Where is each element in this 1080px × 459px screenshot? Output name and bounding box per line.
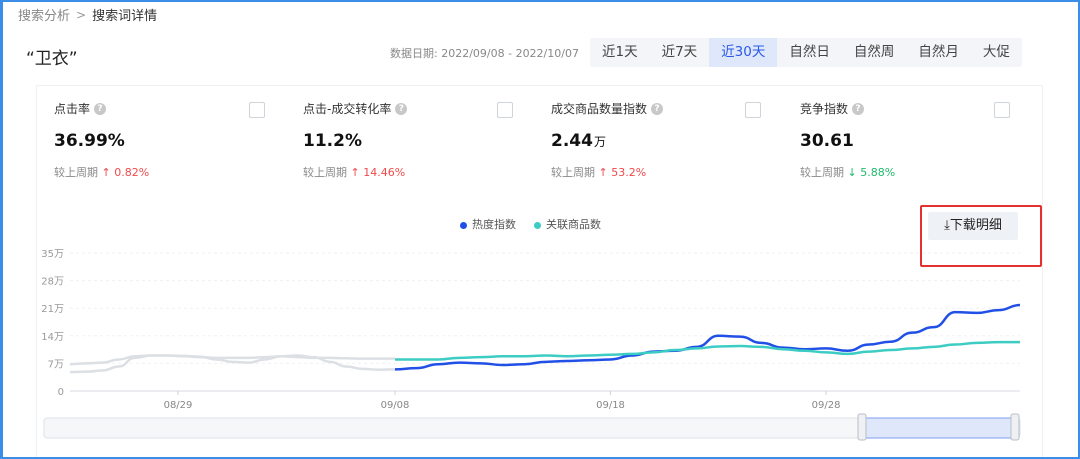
series-line-related-goods — [395, 340, 1020, 361]
slider-selection[interactable] — [861, 417, 1017, 439]
highlight-box — [920, 205, 1042, 267]
slider-handle-right[interactable] — [1010, 413, 1020, 441]
x-tick-label: 08/29 — [164, 400, 193, 411]
x-tick-label: 09/18 — [596, 400, 625, 411]
y-tick-label: 35万 — [41, 249, 64, 260]
y-tick-label: 28万 — [41, 277, 64, 288]
slider-handle-left[interactable] — [857, 413, 867, 441]
y-tick-label: 21万 — [41, 304, 64, 315]
y-tick-label: 7万 — [48, 359, 64, 370]
time-slider[interactable] — [43, 413, 1021, 441]
y-tick-label: 0 — [58, 387, 64, 398]
trend-chart: 0 7万 14万 21万 28万 35万 08/29 09/08 09/18 09/28 — [41, 249, 1021, 441]
x-tick-label: 09/08 — [381, 400, 410, 411]
x-tick-label: 09/28 — [812, 400, 841, 411]
series-line-heat-index — [394, 303, 1021, 371]
y-tick-label: 14万 — [41, 332, 64, 343]
